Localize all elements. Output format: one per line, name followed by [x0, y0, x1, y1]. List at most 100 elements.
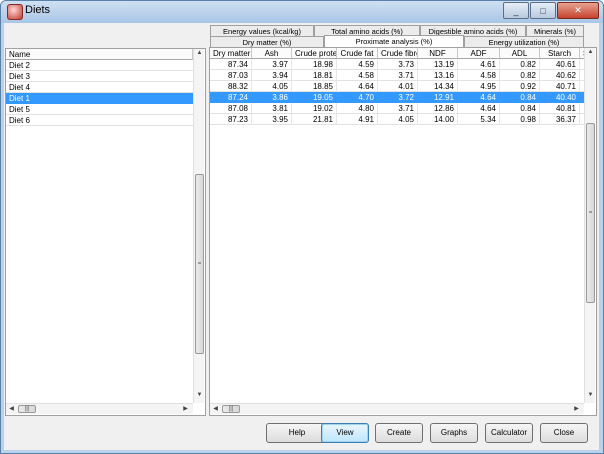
table-row[interactable]: 87.24 3.86 19.05 4.70 3.72 12.91 4.64 0.84 40.40: [210, 92, 584, 103]
table-cell: 3.73: [378, 59, 418, 70]
table-cell: 36.37: [540, 114, 580, 125]
table-cell: 40.40: [540, 92, 580, 103]
scroll-left-arrow-icon[interactable]: ◀: [6, 405, 17, 412]
maximize-button[interactable]: □: [530, 2, 556, 19]
table-cell: 19.02: [292, 103, 337, 114]
graphs-button[interactable]: Graphs: [430, 423, 478, 443]
list-item[interactable]: Diet 4: [6, 82, 193, 93]
diets-window: Diets _ □ ✕ Name Diet 2 Diet 3 Diet 4 Diet …: [0, 0, 604, 454]
name-column-header[interactable]: Name: [6, 49, 193, 60]
table-cell: 87.08: [210, 103, 252, 114]
list-vertical-scrollbar[interactable]: ▲ = ▼: [193, 49, 204, 403]
tab-dry-matter[interactable]: Dry matter (%): [210, 36, 324, 47]
table-row[interactable]: 87.23 3.95 21.81 4.91 4.05 14.00 5.34 0.98 36.37: [210, 114, 584, 125]
table-row[interactable]: 87.34 3.97 18.98 4.59 3.73 13.19 4.61 0.82 40.61: [210, 59, 584, 70]
list-item[interactable]: Diet 3: [6, 71, 193, 82]
minimize-button[interactable]: _: [503, 2, 529, 19]
table-cell: 12.86: [418, 103, 458, 114]
diet-list-panel: Name Diet 2 Diet 3 Diet 4 Diet 1 Diet 5 Diet …: [5, 48, 206, 416]
tab-proximate-analysis[interactable]: Proximate analysis (%): [324, 35, 464, 47]
table-cell: 88.32: [210, 81, 252, 92]
close-button[interactable]: Close: [540, 423, 588, 443]
table-cell: 3.86: [252, 92, 292, 103]
table-cell: 87.03: [210, 70, 252, 81]
table-cell: 3.71: [378, 70, 418, 81]
window-title: Diets: [25, 4, 51, 16]
help-button[interactable]: Help: [266, 423, 328, 443]
table-cell: 4.01: [378, 81, 418, 92]
calculator-button[interactable]: Calculator: [485, 423, 533, 443]
table-cell: 3.95: [252, 114, 292, 125]
close-window-button[interactable]: ✕: [557, 2, 599, 19]
table-cell: 0.82: [500, 70, 540, 81]
list-horizontal-scrollbar[interactable]: ◀ ||| ▶: [6, 403, 193, 414]
list-item[interactable]: Diet 1: [6, 93, 193, 104]
table-vertical-scrollbar[interactable]: ▲ = ▼: [584, 48, 595, 403]
scroll-down-arrow-icon[interactable]: ▼: [194, 392, 205, 398]
scroll-down-arrow-icon[interactable]: ▼: [585, 392, 596, 398]
table-cell: 14.34: [418, 81, 458, 92]
table-cell: 0.98: [500, 114, 540, 125]
column-header[interactable]: NDF: [418, 48, 458, 59]
list-item[interactable]: Diet 6: [6, 115, 193, 126]
table-cell: 0.84: [500, 103, 540, 114]
grip-icon: =: [588, 210, 593, 216]
grip-icon: =: [197, 261, 202, 267]
title-bar[interactable]: Diets _ □ ✕: [1, 1, 603, 23]
table-cell: 4.91: [337, 114, 378, 125]
table-cell: 40.62: [540, 70, 580, 81]
grip-icon: |||: [24, 406, 30, 412]
create-button[interactable]: Create: [375, 423, 423, 443]
list-hscroll-thumb[interactable]: |||: [18, 405, 36, 413]
table-cell: 3.71: [378, 103, 418, 114]
list-item[interactable]: Diet 5: [6, 104, 193, 115]
tab-energy-utilization[interactable]: Energy utilization (%): [464, 36, 584, 47]
table-cell: 12.91: [418, 92, 458, 103]
table-row[interactable]: 87.03 3.94 18.81 4.58 3.71 13.16 4.58 0.82 40.62: [210, 70, 584, 81]
list-item[interactable]: Diet 2: [6, 60, 193, 71]
scroll-left-arrow-icon[interactable]: ◀: [210, 405, 221, 412]
table-cell: 4.05: [252, 81, 292, 92]
table-cell: 4.58: [458, 70, 500, 81]
table-cell: 87.34: [210, 59, 252, 70]
column-header[interactable]: Ash: [252, 48, 292, 59]
scroll-right-arrow-icon[interactable]: ▶: [180, 405, 191, 412]
table-cell: 13.19: [418, 59, 458, 70]
column-header[interactable]: Dry matter: [210, 48, 252, 59]
table-cell: 40.71: [540, 81, 580, 92]
client-area: Name Diet 2 Diet 3 Diet 4 Diet 1 Diet 5 Diet …: [4, 23, 599, 450]
table-cell: 5.34: [458, 114, 500, 125]
table-cell: 0.82: [500, 59, 540, 70]
list-vscroll-thumb[interactable]: =: [195, 174, 204, 354]
table-cell: 4.80: [337, 103, 378, 114]
table-cell: 4.61: [458, 59, 500, 70]
table-hscroll-thumb[interactable]: |||: [222, 405, 240, 413]
table-cell: 0.84: [500, 92, 540, 103]
table-horizontal-scrollbar[interactable]: ◀ ||| ▶: [210, 403, 584, 414]
column-header[interactable]: ADL: [500, 48, 540, 59]
tab-energy-values[interactable]: Energy values (kcal/kg): [210, 25, 314, 36]
table-cell: 40.61: [540, 59, 580, 70]
tab-minerals[interactable]: Minerals (%): [526, 25, 584, 36]
table-cell: 21.81: [292, 114, 337, 125]
column-header[interactable]: Crude protein: [292, 48, 337, 59]
table-cell: 4.64: [458, 92, 500, 103]
table-cell: 40.81: [540, 103, 580, 114]
table-cell: 4.95: [458, 81, 500, 92]
table-row[interactable]: 88.32 4.05 18.85 4.64 4.01 14.34 4.95 0.92 40.71: [210, 81, 584, 92]
view-button[interactable]: View: [321, 423, 369, 443]
scroll-up-arrow-icon[interactable]: ▲: [194, 50, 205, 56]
table-row[interactable]: 87.08 3.81 19.02 4.80 3.71 12.86 4.64 0.84 40.81: [210, 103, 584, 114]
table-cell: 18.85: [292, 81, 337, 92]
table-cell: 19.05: [292, 92, 337, 103]
scroll-up-arrow-icon[interactable]: ▲: [585, 49, 596, 55]
column-header[interactable]: ADF: [458, 48, 500, 59]
column-header[interactable]: Crude fibre: [378, 48, 418, 59]
scroll-right-arrow-icon[interactable]: ▶: [571, 405, 582, 412]
data-table-panel: Dry matterAshCrude proteinCrude fatCrude…: [209, 47, 597, 416]
column-header[interactable]: Starch: [540, 48, 580, 59]
column-header[interactable]: Crude fat: [337, 48, 378, 59]
table-vscroll-thumb[interactable]: =: [586, 123, 595, 303]
table-cell: 87.24: [210, 92, 252, 103]
table-cell: 14.00: [418, 114, 458, 125]
